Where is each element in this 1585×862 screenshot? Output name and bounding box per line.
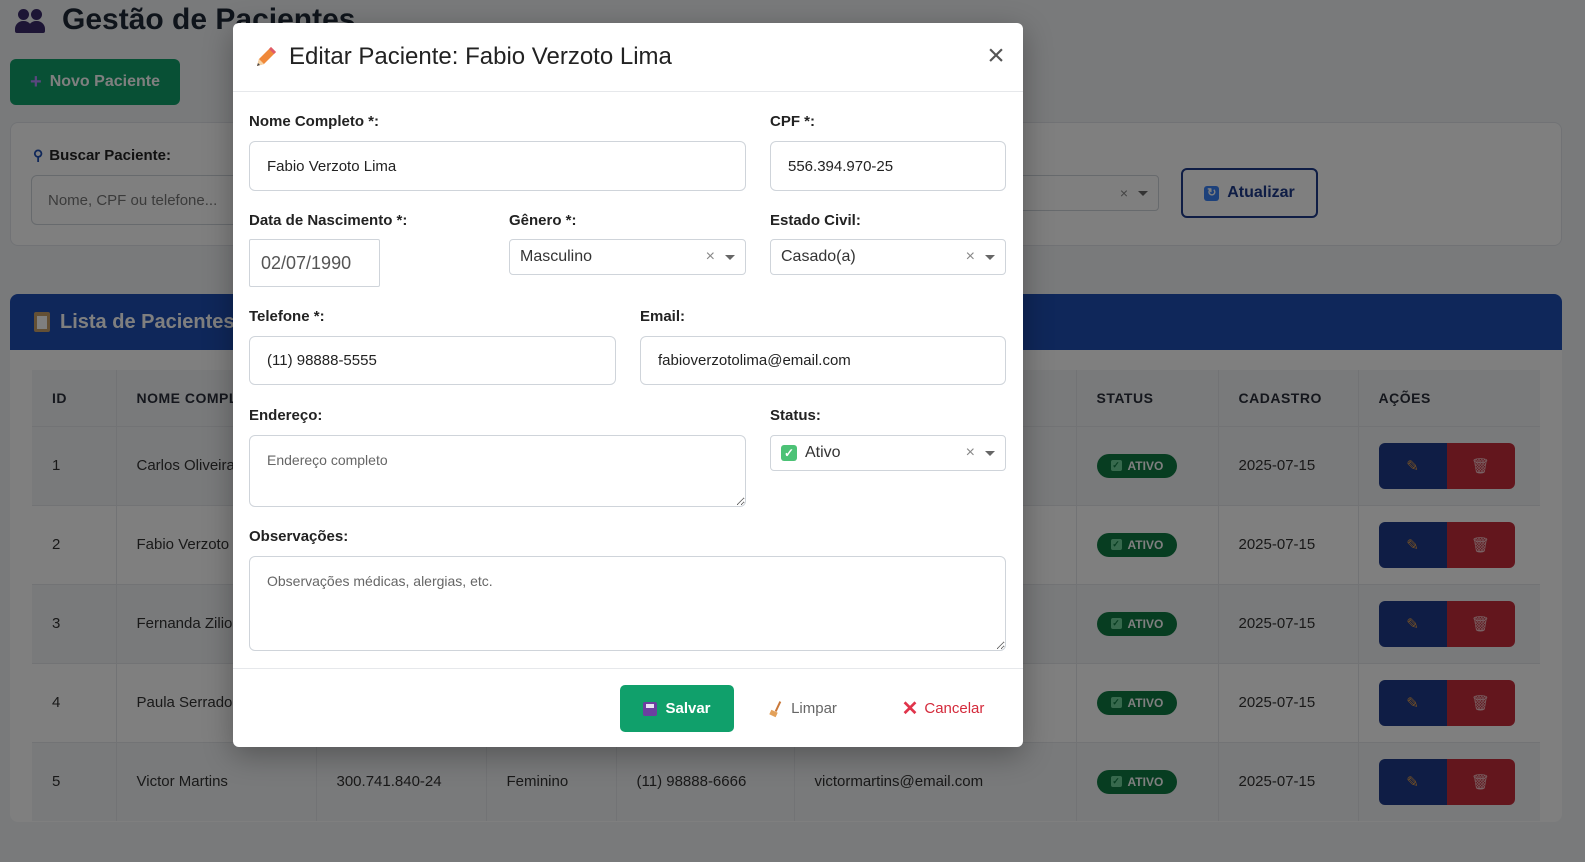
nome-label: Nome Completo *: [249, 113, 380, 130]
gender-value: Masculino [520, 248, 593, 265]
cancel-button[interactable]: ✕ Cancelar [888, 685, 998, 732]
modal-footer: Salvar Limpar ✕ Cancelar [233, 668, 1023, 747]
clear-icon[interactable]: × [966, 248, 975, 266]
close-button[interactable]: × [983, 41, 1009, 71]
endereco-label: Endereço: [249, 407, 323, 424]
cpf-label: CPF *: [770, 113, 815, 130]
observacoes-label: Observações: [249, 528, 349, 545]
gender-select[interactable]: Masculino × [509, 239, 746, 275]
nome-input[interactable] [249, 141, 746, 191]
pencil-icon [257, 47, 276, 66]
marital-status-select[interactable]: Casado(a) × [770, 239, 1006, 275]
status-label: Status: [770, 407, 821, 424]
phone-input[interactable] [249, 336, 616, 385]
modal-title: Editar Paciente: Fabio Verzoto Lima [253, 43, 672, 71]
status-value: ✓ Ativo [781, 444, 966, 462]
chevron-down-icon [725, 254, 735, 260]
clear-icon[interactable]: × [706, 248, 715, 266]
email-input[interactable] [640, 336, 1006, 385]
check-icon: ✓ [781, 445, 797, 461]
edit-patient-modal: Editar Paciente: Fabio Verzoto Lima × No… [233, 23, 1023, 747]
email-label: Email: [640, 308, 686, 325]
floppy-icon [643, 701, 658, 716]
save-button[interactable]: Salvar [620, 685, 734, 732]
address-textarea[interactable] [249, 435, 746, 507]
broom-icon [769, 701, 783, 717]
chevron-down-icon [985, 450, 995, 456]
genero-label: Gênero *: [509, 212, 577, 229]
cpf-input[interactable] [770, 141, 1006, 191]
clear-button[interactable]: Limpar [758, 685, 848, 732]
modal-header: Editar Paciente: Fabio Verzoto Lima × [233, 23, 1023, 92]
chevron-down-icon [985, 254, 995, 260]
nascimento-label: Data de Nascimento *: [249, 212, 408, 229]
birthdate-input[interactable] [249, 239, 380, 287]
x-icon: ✕ [901, 697, 919, 720]
notes-textarea[interactable] [249, 556, 1006, 651]
marital-status-value: Casado(a) [781, 248, 856, 265]
telefone-label: Telefone *: [249, 308, 325, 325]
estado-civil-label: Estado Civil: [770, 212, 861, 229]
close-icon: × [987, 39, 1005, 72]
clear-icon[interactable]: × [966, 444, 975, 462]
status-select[interactable]: ✓ Ativo × [770, 435, 1006, 471]
